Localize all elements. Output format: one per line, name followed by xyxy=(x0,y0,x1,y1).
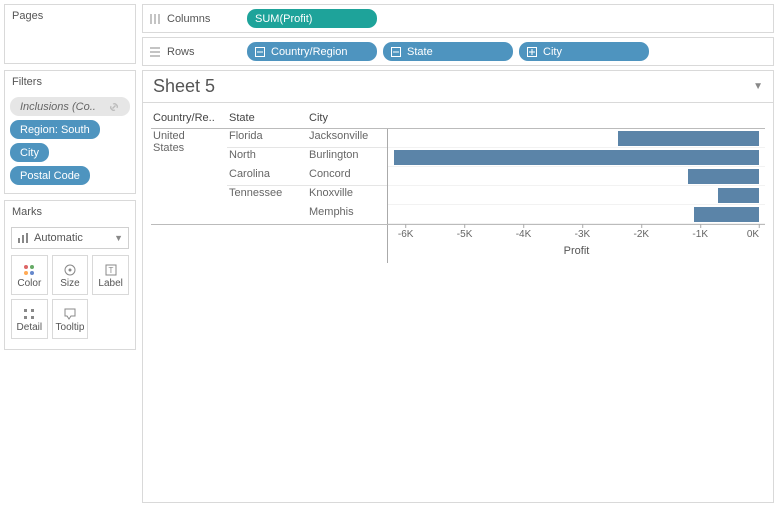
minus-box-icon xyxy=(391,47,401,57)
filters-title: Filters xyxy=(5,71,135,93)
rows-icon xyxy=(149,46,161,58)
row-city-mem[interactable]: Memphis xyxy=(307,205,387,224)
chart-bar-row xyxy=(388,129,765,148)
columns-label: Columns xyxy=(167,13,210,25)
axis-tick: -4K xyxy=(516,225,532,240)
pages-title: Pages xyxy=(5,5,135,27)
detail-icon xyxy=(22,306,36,322)
filter-pill-postal[interactable]: Postal Code xyxy=(10,166,90,185)
header-state[interactable]: State xyxy=(227,109,307,129)
sheet-dropdown-icon[interactable]: ▼ xyxy=(753,81,763,92)
pill-label: State xyxy=(407,46,433,58)
filter-pill-region[interactable]: Region: South xyxy=(10,120,100,139)
filter-pill-inclusions[interactable]: Inclusions (Co.. xyxy=(10,97,130,116)
state-col: Florida North Carolina Tennessee xyxy=(227,129,307,224)
size-icon xyxy=(63,262,77,278)
row-city-con[interactable]: Concord xyxy=(307,167,387,186)
axis-tick: -6K xyxy=(398,225,414,240)
label-icon: T xyxy=(104,262,118,278)
svg-text:T: T xyxy=(108,266,113,275)
axis-tick: -3K xyxy=(575,225,591,240)
viz-card: Sheet 5 ▼ Country/Re.. State City United… xyxy=(142,70,774,503)
chart-bar[interactable] xyxy=(688,169,759,184)
marks-cell-label: Color xyxy=(17,278,41,289)
row-city-bur[interactable]: Burlington xyxy=(307,148,387,167)
row-city-jax[interactable]: Jacksonville xyxy=(307,129,387,148)
row-state-florida[interactable]: Florida xyxy=(227,129,307,148)
marks-cell-label: Tooltip xyxy=(56,322,85,333)
axis-title: Profit xyxy=(564,245,590,257)
chart-bar[interactable] xyxy=(394,150,759,165)
pages-card[interactable]: Pages xyxy=(4,4,136,64)
rows-label: Rows xyxy=(167,46,195,58)
rows-shelf[interactable]: Rows Country/Region State City xyxy=(142,37,774,66)
bar-chart-icon xyxy=(17,233,29,243)
link-icon xyxy=(108,101,120,113)
chart-bar-row xyxy=(388,205,765,224)
chevron-down-icon: ▼ xyxy=(114,233,123,243)
header-country[interactable]: Country/Re.. xyxy=(151,109,227,129)
minus-box-icon xyxy=(255,47,265,57)
chart-bar[interactable] xyxy=(694,207,759,222)
pill-label: SUM(Profit) xyxy=(255,13,312,25)
row-state-nc[interactable]: North xyxy=(227,148,307,167)
axis-tick: -2K xyxy=(634,225,650,240)
marks-size-button[interactable]: Size xyxy=(52,255,89,295)
filter-pill-label: Region: South xyxy=(20,124,90,136)
header-chart-spacer xyxy=(387,109,765,129)
chart-area[interactable] xyxy=(387,129,765,224)
row-country[interactable]: United States xyxy=(151,129,227,224)
tooltip-icon xyxy=(63,306,77,322)
rows-pill-city[interactable]: City xyxy=(519,42,649,61)
color-icon xyxy=(22,262,36,278)
marks-cell-label: Label xyxy=(98,278,122,289)
chart-bar[interactable] xyxy=(618,131,759,146)
filter-pill-city[interactable]: City xyxy=(10,143,49,162)
row-city-kno[interactable]: Knoxville xyxy=(307,186,387,205)
columns-icon xyxy=(149,13,161,25)
marks-type-select[interactable]: Automatic ▼ xyxy=(11,227,129,249)
axis-tick: -5K xyxy=(457,225,473,240)
marks-cell-label: Detail xyxy=(17,322,43,333)
rows-pill-country[interactable]: Country/Region xyxy=(247,42,377,61)
marks-color-button[interactable]: Color xyxy=(11,255,48,295)
axis-tick: 0K xyxy=(747,225,759,240)
filter-pill-label: Postal Code xyxy=(20,170,80,182)
marks-cell-label: Size xyxy=(60,278,79,289)
filter-pill-label: Inclusions (Co.. xyxy=(20,101,96,113)
pill-label: Country/Region xyxy=(271,46,347,58)
pill-label: City xyxy=(543,46,562,58)
chart-bar-row xyxy=(388,148,765,167)
rows-pill-state[interactable]: State xyxy=(383,42,513,61)
columns-shelf[interactable]: Columns SUM(Profit) xyxy=(142,4,774,33)
chart-bar[interactable] xyxy=(718,188,759,203)
columns-pill-profit[interactable]: SUM(Profit) xyxy=(247,9,377,28)
marks-label-button[interactable]: T Label xyxy=(92,255,129,295)
row-state-tn[interactable]: Tennessee xyxy=(227,186,307,224)
x-axis: Profit -6K -5K -4K -3K -2K -1K 0K xyxy=(387,225,765,263)
marks-tooltip-button[interactable]: Tooltip xyxy=(52,299,89,339)
marks-card: Marks Automatic ▼ xyxy=(4,200,136,350)
filter-pill-label: City xyxy=(20,147,39,159)
axis-tick: -1K xyxy=(692,225,708,240)
row-state-nc2[interactable]: Carolina xyxy=(227,167,307,186)
marks-detail-button[interactable]: Detail xyxy=(11,299,48,339)
chart-bar-row xyxy=(388,186,765,205)
city-col: Jacksonville Burlington Concord Knoxvill… xyxy=(307,129,387,224)
chart-bar-row xyxy=(388,167,765,186)
marks-type-label: Automatic xyxy=(34,232,83,244)
plus-box-icon xyxy=(527,47,537,57)
header-city[interactable]: City xyxy=(307,109,387,129)
marks-title: Marks xyxy=(5,201,135,223)
sheet-title[interactable]: Sheet 5 xyxy=(153,76,215,97)
filters-card: Filters Inclusions (Co.. Region: South C… xyxy=(4,70,136,194)
